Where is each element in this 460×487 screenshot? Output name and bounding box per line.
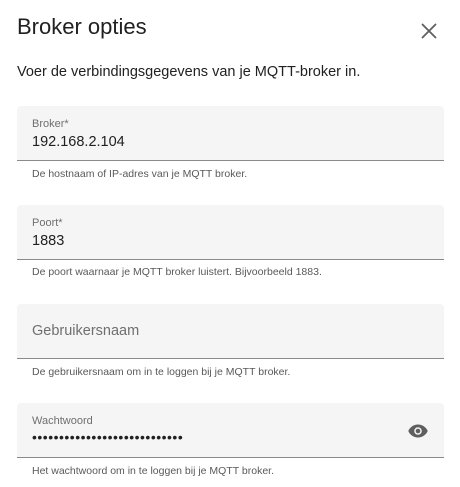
username-field[interactable]: Gebruikersnaam: [17, 304, 444, 359]
password-label: Wachtwoord: [32, 415, 93, 427]
password-helper-text: Het wachtwoord om in te loggen bij je MQ…: [32, 465, 274, 477]
broker-input[interactable]: 192.168.2.104: [32, 132, 125, 152]
close-icon: [421, 23, 437, 39]
broker-helper-text: De hostnaam of IP-adres van je MQTT brok…: [32, 168, 248, 180]
broker-field[interactable]: Broker* 192.168.2.104: [17, 106, 444, 161]
port-helper-text: De poort waarnaar je MQTT broker luister…: [32, 266, 322, 278]
eye-icon: [408, 424, 428, 438]
username-helper-text: De gebruikersnaam om in te loggen bij je…: [32, 366, 291, 378]
port-input[interactable]: 1883: [32, 231, 64, 251]
dialog-title: Broker opties: [17, 14, 147, 39]
password-input[interactable]: ••••••••••••••••••••••••••••: [32, 427, 183, 447]
username-input[interactable]: Gebruikersnaam: [32, 321, 139, 341]
broker-options-dialog: Broker opties Voer de verbindingsgegeven…: [0, 0, 460, 487]
dialog-description: Voer de verbindingsgegevens van je MQTT-…: [17, 64, 361, 80]
port-field[interactable]: Poort* 1883: [17, 205, 444, 260]
toggle-password-visibility-button[interactable]: [406, 419, 430, 443]
broker-label: Broker*: [32, 118, 69, 130]
close-button[interactable]: [414, 16, 444, 46]
port-label: Poort*: [32, 217, 63, 229]
password-field[interactable]: Wachtwoord ••••••••••••••••••••••••••••: [17, 403, 444, 458]
